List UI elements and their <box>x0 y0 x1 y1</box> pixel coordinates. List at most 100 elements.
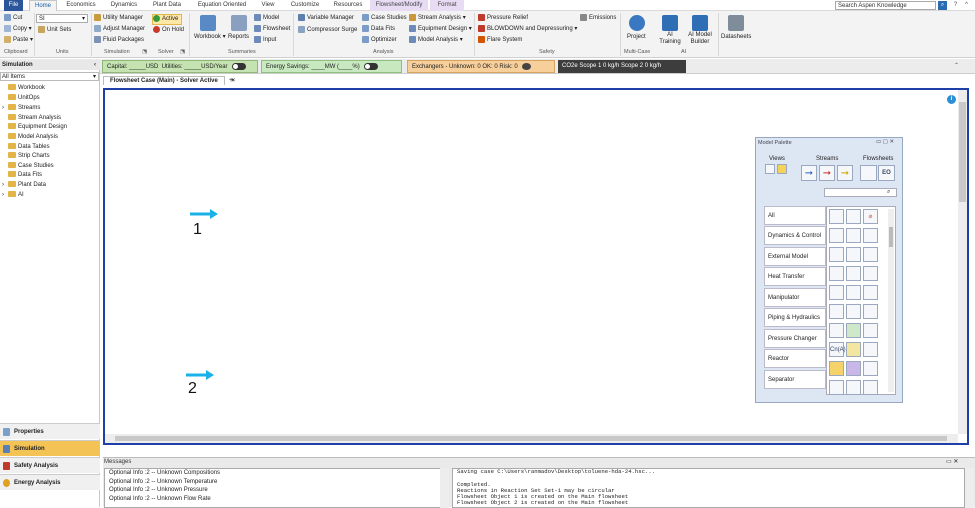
tab-plant-data[interactable]: Plant Data <box>147 0 187 11</box>
compressor-icon[interactable] <box>829 266 844 281</box>
nav-item-streams[interactable]: › Streams <box>2 104 40 113</box>
recycle-icon[interactable] <box>846 285 861 300</box>
nav-item-model-analysis[interactable]: Model Analysis <box>4 133 58 142</box>
nav-safety-analysis-button[interactable]: Safety Analysis <box>0 457 100 473</box>
palette-category-separator[interactable]: Separator <box>764 370 826 389</box>
adjust-icon[interactable] <box>829 323 844 338</box>
nav-simulation-button[interactable]: Simulation <box>0 440 100 456</box>
chevron-up-icon[interactable]: ⌃ <box>954 62 959 69</box>
ribbon-collapse-icon[interactable]: ^ <box>962 1 971 10</box>
search-icon[interactable]: ⌕ <box>938 1 947 10</box>
nav-properties-button[interactable]: Properties <box>0 423 100 439</box>
nav-item-ai[interactable]: › AI <box>2 191 24 200</box>
column-2-icon[interactable] <box>829 380 844 395</box>
project-icon[interactable] <box>629 15 645 31</box>
workbook-icon[interactable] <box>200 15 216 31</box>
capital-toggle[interactable] <box>231 62 246 70</box>
exchanger-icon[interactable] <box>846 228 861 243</box>
horizontal-scrollbar-thumb[interactable] <box>115 436 947 441</box>
adjust-manager-button[interactable]: Adjust Manager <box>94 25 145 34</box>
workbook-button[interactable]: Workbook ▾ <box>194 33 226 42</box>
copy-button[interactable]: Copy ▾ <box>4 25 32 34</box>
energy-stream-icon[interactable]: ➞ <box>819 165 835 181</box>
column-icon[interactable] <box>846 304 861 319</box>
collapse-left-icon[interactable]: ‹ <box>94 60 96 70</box>
spreadsheet-icon[interactable] <box>863 285 878 300</box>
variable-manager-button[interactable]: Variable Manager <box>298 14 354 23</box>
expand-icon[interactable]: › <box>2 191 4 200</box>
datasheets-icon[interactable] <box>728 15 744 31</box>
palette-category-pressure-changer[interactable]: Pressure Changer <box>764 329 826 348</box>
flare-system-button[interactable]: Flare System <box>478 36 522 45</box>
palette-category-manipulator[interactable]: Manipulator <box>764 288 826 307</box>
solver-on-hold-button[interactable]: On Hold <box>153 26 184 35</box>
expand-icon[interactable]: › <box>2 104 4 113</box>
cut-button[interactable]: Cut <box>4 14 22 23</box>
pipe-icon[interactable] <box>863 266 878 281</box>
equipment-design-button[interactable]: Equipment Design ▾ <box>409 25 472 34</box>
expand-icon[interactable]: › <box>2 181 4 190</box>
model-analysis-button[interactable]: Model Analysis ▾ <box>409 36 463 45</box>
datasheets-button[interactable]: Datasheets <box>721 33 751 42</box>
palette-category-dynamics-control[interactable]: Dynamics & Control <box>764 226 826 245</box>
case-studies-button[interactable]: Case Studies <box>362 14 407 23</box>
exchangers-panel[interactable]: Exchangers - Unknown: 0 OK: 0 Risk: 0 <box>407 60 555 73</box>
nav-item-plant-data[interactable]: › Plant Data <box>2 181 46 190</box>
table-icon[interactable] <box>846 323 861 338</box>
tab-view[interactable]: View <box>256 0 280 11</box>
subflowsheet-icon[interactable] <box>860 165 877 181</box>
tab-economics[interactable]: Economics <box>62 0 100 11</box>
expander-icon[interactable] <box>846 266 861 281</box>
compressor-surge-button[interactable]: Compressor Surge <box>298 26 357 35</box>
vertical-scrollbar-thumb[interactable] <box>959 102 966 202</box>
ai-training-button[interactable]: AI Training <box>657 32 683 46</box>
reports-icon[interactable] <box>231 15 247 31</box>
tab-format[interactable]: Format <box>430 0 464 11</box>
tee-icon[interactable] <box>846 209 861 224</box>
separator-icon[interactable] <box>846 247 861 262</box>
pump-icon[interactable] <box>863 228 878 243</box>
tab-equation-oriented[interactable]: Equation Oriented <box>192 0 252 11</box>
signal-stream-icon[interactable]: ➞ <box>837 165 853 181</box>
project-button[interactable]: Project <box>627 33 646 42</box>
messages-trace-window[interactable]: Saving case C:\Users\ranmadov\Desktop\to… <box>452 468 965 508</box>
palette-category-heat-transfer[interactable]: Heat Transfer <box>764 267 826 286</box>
energy-toggle[interactable] <box>363 62 378 70</box>
nav-item-case-studies[interactable]: Case Studies <box>4 162 54 171</box>
tab-flowsheet-modify[interactable]: Flowsheet/Modify <box>370 0 428 11</box>
paste-button[interactable]: Paste ▾ <box>4 36 33 45</box>
blowdown-button[interactable]: BLOWDOWN and Depressuring ▾ <box>478 25 577 34</box>
eo-subflowsheet-icon[interactable]: EO <box>878 165 895 181</box>
tank-icon[interactable] <box>863 247 878 262</box>
unit-set-select[interactable]: SI ▾ <box>36 14 88 23</box>
palette-window-controls-icon[interactable]: ▭ ▢ ✕ <box>876 139 894 145</box>
new-tab-icon[interactable]: + <box>229 76 233 85</box>
reports-button[interactable]: Reports <box>228 33 249 42</box>
search-icon[interactable]: ⌕ <box>887 189 890 196</box>
tab-resources[interactable]: Resources <box>329 0 367 11</box>
stream-1-arrow[interactable] <box>190 209 220 219</box>
tab-file[interactable]: File <box>4 0 23 11</box>
unit-sets-button[interactable]: Unit Sets <box>38 26 71 35</box>
flowsheet-tab[interactable]: Flowsheet Case (Main) - Solver Active × <box>103 76 235 85</box>
ai-training-icon[interactable] <box>662 15 678 31</box>
splitter-icon[interactable] <box>863 304 878 319</box>
nav-energy-analysis-button[interactable]: Energy Analysis <box>0 474 100 490</box>
nav-item-data-tables[interactable]: Data Tables <box>4 143 50 152</box>
cn-calc-icon[interactable]: Cn(A) <box>829 342 846 357</box>
info-icon[interactable]: i <box>947 95 956 104</box>
co2-panel[interactable]: CO2e Scope 1 0 kg/h Scope 2 0 kg/h <box>558 60 686 73</box>
cooler-icon[interactable] <box>829 285 844 300</box>
material-stream-icon[interactable]: ➞ <box>801 165 817 181</box>
input-summary-button[interactable]: Input <box>254 36 276 45</box>
pressure-relief-button[interactable]: Pressure Relief <box>478 14 528 23</box>
optimizer-button[interactable]: Optimizer <box>362 36 397 45</box>
stream-1-label[interactable]: 1 <box>193 221 202 239</box>
messages-scrollbar[interactable] <box>440 468 449 508</box>
nav-item-strip-charts[interactable]: Strip Charts <box>4 152 50 161</box>
palette-scrollbar-thumb[interactable] <box>889 227 893 247</box>
energy-panel[interactable]: Energy Savings: ____MW (____%) <box>261 60 402 73</box>
nav-item-stream-analysis[interactable]: Stream Analysis <box>4 114 61 123</box>
reactor-icon[interactable] <box>829 304 844 319</box>
tab-customize[interactable]: Customize <box>285 0 325 11</box>
